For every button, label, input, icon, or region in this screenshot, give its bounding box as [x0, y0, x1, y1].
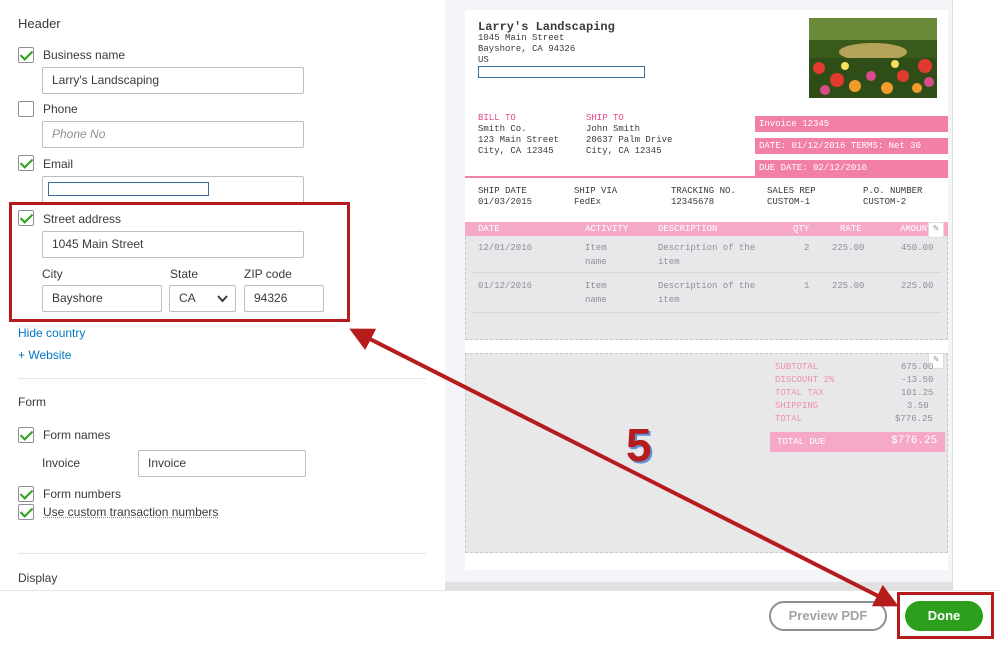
phone-label: Phone: [43, 102, 78, 116]
table-cell: Description of the: [658, 281, 756, 291]
row-divider: [473, 312, 941, 313]
ship-to-label: SHIP TO: [586, 113, 624, 123]
form-numbers-label: Form numbers: [43, 487, 122, 501]
preview-email-box: [478, 66, 645, 78]
divider: [18, 378, 426, 379]
business-name-checkbox[interactable]: [18, 47, 34, 63]
preview-country: US: [478, 55, 489, 65]
form-numbers-checkbox[interactable]: [18, 486, 34, 502]
phone-checkbox[interactable]: [18, 101, 34, 117]
table-cell: item: [658, 257, 680, 267]
divider: [18, 553, 426, 554]
ship-field-value: CUSTOM-1: [767, 197, 811, 207]
preview-address-line2: Bayshore, CA 94326: [478, 44, 576, 54]
annotation-highlight-box: [897, 592, 994, 639]
totals-section[interactable]: [465, 353, 948, 553]
invoice-preview: Larry's Landscaping 1045 Main Street Bay…: [465, 10, 948, 570]
header-section-title: Header: [18, 16, 61, 31]
totals-label: TOTAL: [775, 414, 803, 424]
table-cell: 2: [804, 243, 810, 253]
email-label: Email: [43, 157, 74, 171]
totals-label: TOTAL TAX: [775, 388, 824, 398]
ship-field-label: SHIP VIA: [574, 186, 618, 196]
totals-value: -13.50: [901, 375, 934, 385]
totals-value: 675.00: [901, 362, 934, 372]
ship-to-line: City, CA 12345: [586, 146, 662, 156]
totals-label: SUBTOTAL: [775, 362, 819, 372]
table-cell: 225.00: [832, 281, 865, 291]
table-cell: 225.00: [901, 281, 934, 291]
annotation-step-number: 5: [626, 419, 652, 471]
ship-to-line: John Smith: [586, 124, 641, 134]
table-cell: Item: [585, 281, 607, 291]
totals-label: DISCOUNT 2%: [775, 375, 835, 385]
bill-to-line: 123 Main Street: [478, 135, 560, 145]
business-name-input[interactable]: Larry's Landscaping: [42, 67, 304, 94]
invoice-label: Invoice: [42, 456, 81, 470]
vertical-scrollbar[interactable]: [952, 0, 999, 590]
totals-value: 3.50: [907, 401, 929, 411]
ship-field-label: P.O. NUMBER: [863, 186, 923, 196]
table-cell: 225.00: [832, 243, 865, 253]
table-cell: name: [585, 295, 607, 305]
phone-input[interactable]: Phone No: [42, 121, 304, 148]
form-names-checkbox[interactable]: [18, 427, 34, 443]
preview-company-name: Larry's Landscaping: [478, 20, 615, 34]
invoice-number-bar: Invoice 12345: [755, 116, 948, 132]
ship-field-value: FedEx: [574, 197, 602, 207]
custom-txn-label[interactable]: Use custom transaction numbers: [43, 505, 218, 519]
table-cell: 450.00: [901, 243, 934, 253]
table-cell: 12/01/2016: [478, 243, 533, 253]
table-cell: 01/12/2016: [478, 281, 533, 291]
ship-field-label: SALES REP: [767, 186, 816, 196]
invoice-name-input[interactable]: Invoice: [138, 450, 306, 477]
table-header-qty: QTY: [793, 224, 810, 234]
footer-bar: Preview PDF Done: [0, 590, 999, 645]
hide-country-link[interactable]: Hide country: [18, 326, 85, 340]
bill-to-line: City, CA 12345: [478, 146, 554, 156]
row-divider: [473, 272, 941, 273]
form-section-title: Form: [18, 395, 46, 409]
annotation-highlight-box: [9, 202, 350, 322]
total-due-label: TOTAL DUE: [777, 437, 826, 447]
invoice-preview-pane: Larry's Landscaping 1045 Main Street Bay…: [445, 0, 999, 590]
preview-pdf-button[interactable]: Preview PDF: [769, 601, 887, 631]
totals-value: $776.25: [895, 414, 933, 424]
table-cell: 1: [804, 281, 810, 291]
table-cell: Item: [585, 243, 607, 253]
table-header-description: DESCRIPTION: [658, 224, 718, 234]
email-focus-box: [48, 182, 209, 196]
add-website-link[interactable]: + Website: [18, 348, 71, 362]
horizontal-scrollbar[interactable]: [445, 582, 999, 590]
table-header-rate: RATE: [840, 224, 862, 234]
table-cell: Description of the: [658, 243, 756, 253]
business-name-label: Business name: [43, 48, 126, 62]
pink-divider: [465, 176, 948, 178]
table-cell: item: [658, 295, 680, 305]
date-terms-bar: DATE: 01/12/2016 TERMS: Net 30: [755, 138, 948, 154]
form-names-label: Form names: [43, 428, 111, 442]
ship-to-line: 20637 Palm Drive: [586, 135, 673, 145]
custom-txn-checkbox[interactable]: [18, 504, 34, 520]
table-header-date: DATE: [478, 224, 500, 234]
ship-field-label: TRACKING NO.: [671, 186, 736, 196]
ship-field-value: 12345678: [671, 197, 715, 207]
ship-field-label: SHIP DATE: [478, 186, 527, 196]
bill-to-label: BILL TO: [478, 113, 516, 123]
company-logo-image: [809, 18, 937, 98]
display-section-title: Display: [18, 571, 58, 585]
edit-pencil-icon[interactable]: ✎: [928, 222, 944, 238]
ship-field-value: CUSTOM-2: [863, 197, 907, 207]
total-due-value: $776.25: [891, 435, 938, 447]
due-date-bar: DUE DATE: 02/12/2016: [755, 160, 948, 176]
preview-address-line1: 1045 Main Street: [478, 33, 565, 43]
totals-label: SHIPPING: [775, 401, 819, 411]
table-cell: name: [585, 257, 607, 267]
ship-field-value: 01/03/2015: [478, 197, 533, 207]
email-checkbox[interactable]: [18, 155, 34, 171]
totals-value: 101.25: [901, 388, 934, 398]
table-header-activity: ACTIVITY: [585, 224, 629, 234]
bill-to-line: Smith Co.: [478, 124, 527, 134]
